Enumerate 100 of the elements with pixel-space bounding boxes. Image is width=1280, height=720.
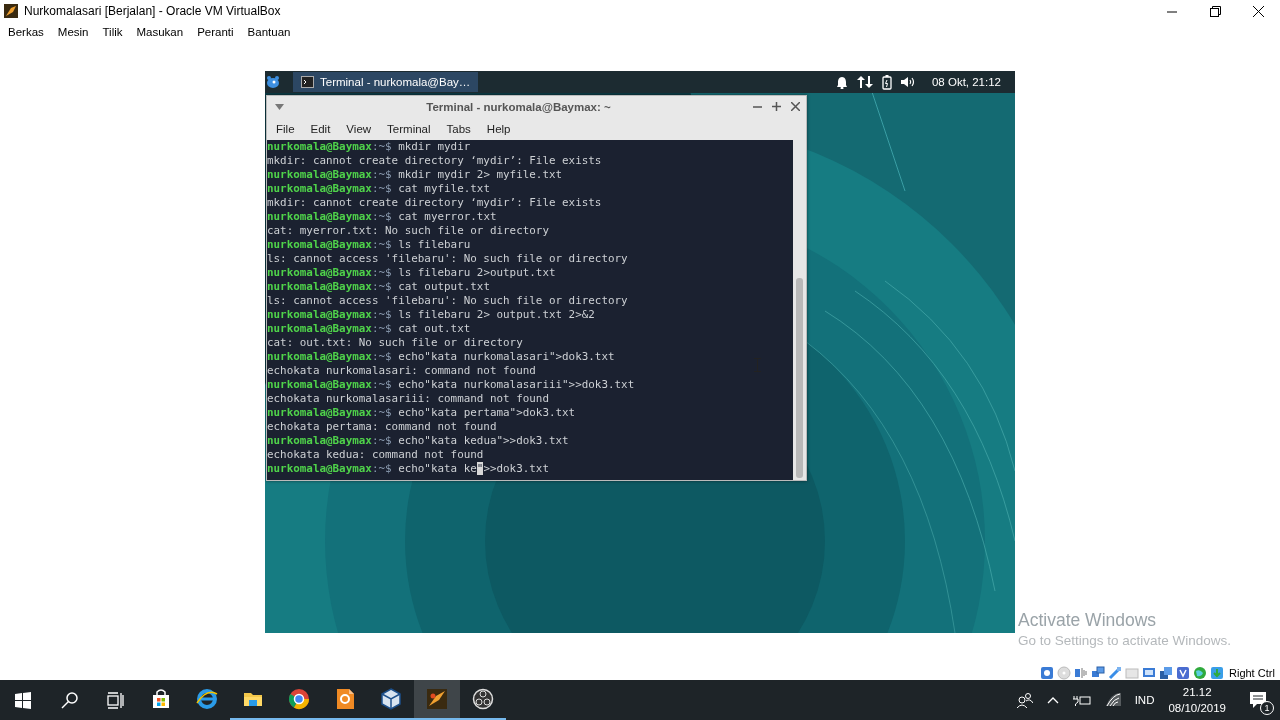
store-bag-icon <box>150 688 172 710</box>
usb-icon[interactable] <box>1108 666 1122 680</box>
menu-item[interactable]: Tabs <box>438 122 479 135</box>
command-text: ls filebaru 2>output.txt <box>398 266 556 279</box>
command-text: cat output.txt <box>398 280 490 293</box>
prompt-symbol: :~$ <box>371 434 392 447</box>
prompt-text: nurkomala@Baymax <box>267 280 372 293</box>
windows-stack-icon[interactable] <box>1159 666 1173 680</box>
activation-message: Go to Settings to activate Windows. <box>1018 633 1232 648</box>
prompt-symbol: :~$ <box>371 210 392 223</box>
output-text: ls: cannot access 'filebaru': No such file or directory <box>267 252 628 265</box>
menu-item[interactable]: Terminal <box>379 122 439 135</box>
prompt-text: nurkomala@Baymax <box>267 238 372 251</box>
notification-badge: 1 <box>1260 701 1274 715</box>
prompt-symbol: :~$ <box>371 266 392 279</box>
people-icon[interactable] <box>1016 692 1033 708</box>
app-icon <box>426 688 448 710</box>
command-text: ls filebaru <box>398 238 471 251</box>
menu-item[interactable]: Tilik <box>95 26 130 38</box>
prompt-text: nurkomala@Baymax <box>267 350 372 363</box>
output-text: echokata nurkomalasari: command not found <box>267 364 536 377</box>
command-text: echo"kata ke <box>398 462 477 475</box>
audio-icon[interactable] <box>1074 666 1088 680</box>
prompt-symbol: :~$ <box>371 308 392 321</box>
task-view-icon[interactable] <box>106 691 124 709</box>
browser-icon <box>288 688 310 710</box>
activation-title: Activate Windows <box>1018 610 1158 631</box>
maximize-icon[interactable] <box>772 102 781 111</box>
output-text: ls: cannot access 'filebaru': No such file or directory <box>267 294 628 307</box>
battery-icon[interactable] <box>881 74 892 90</box>
v-badge-icon[interactable] <box>1176 666 1190 680</box>
prompt-text: nurkomala@Baymax <box>267 210 372 223</box>
chevron-up-icon[interactable] <box>1046 696 1059 704</box>
e-browser-icon <box>196 688 218 710</box>
mouse-logo-icon[interactable] <box>265 75 281 89</box>
window-title: Nurkomalasari [Berjalan] - Oracle VM VirtualBox <box>24 4 282 18</box>
output-text: echokata pertama: command not found <box>267 420 497 433</box>
scrollbar[interactable] <box>793 140 806 480</box>
volume-icon[interactable] <box>900 76 917 88</box>
network-icon[interactable] <box>1091 666 1105 680</box>
power-plug-icon[interactable] <box>1072 694 1091 706</box>
prompt-text: nurkomala@Baymax <box>267 378 372 391</box>
language-text[interactable]: IND <box>1134 694 1155 706</box>
menu-item[interactable]: Peranti <box>190 26 241 38</box>
terminal-cursor: " <box>476 462 484 475</box>
notification-icon[interactable] <box>1248 690 1268 710</box>
dropdown-arrow-icon[interactable] <box>275 103 284 110</box>
prompt-text: nurkomala@Baymax <box>267 462 372 475</box>
prompt-symbol: :~$ <box>371 462 392 475</box>
restore-icon[interactable] <box>1210 5 1221 17</box>
prompt-text: nurkomala@Baymax <box>267 406 372 419</box>
prompt-symbol: :~$ <box>371 350 392 363</box>
prompt-text: nurkomala@Baymax <box>267 322 372 335</box>
close-icon[interactable] <box>791 102 800 111</box>
command-text: cat myfile.txt <box>398 182 490 195</box>
prompt-symbol: :~$ <box>371 168 392 181</box>
output-text: echokata nurkomalasariii: command not found <box>267 392 549 405</box>
menu-item[interactable]: Help <box>478 122 519 135</box>
menu-item[interactable]: View <box>338 122 380 135</box>
prompt-text: nurkomala@Baymax <box>267 308 372 321</box>
prompt-symbol: :~$ <box>371 280 392 293</box>
prompt-text: nurkomala@Baymax <box>267 266 372 279</box>
terminal-icon <box>301 76 314 88</box>
start-icon[interactable] <box>15 691 31 709</box>
command-text: >>dok3.txt <box>483 462 549 475</box>
cube-icon <box>380 688 402 710</box>
menu-item[interactable]: Edit <box>302 122 339 135</box>
command-text: cat myerror.txt <box>398 210 497 223</box>
clock[interactable]: 21.12 08/10/2019 <box>1168 684 1226 716</box>
clock-text: 08 Okt, 21:12 <box>931 76 1001 88</box>
menu-item[interactable]: Berkas <box>1 26 51 38</box>
command-text: cat out.txt <box>398 322 471 335</box>
command-text: ls filebaru 2> output.txt 2>&2 <box>398 308 595 321</box>
menu-item[interactable]: Bantuan <box>240 26 298 38</box>
menu-item[interactable]: Mesin <box>50 26 96 38</box>
taskbar-app[interactable] <box>414 680 460 720</box>
prompt-symbol: :~$ <box>371 406 392 419</box>
taskbar-button[interactable]: Terminal - nurkomala@Bay… <box>293 72 479 92</box>
prompt-text: nurkomala@Baymax <box>267 434 372 447</box>
prompt-symbol: :~$ <box>371 322 392 335</box>
close-icon[interactable] <box>1253 5 1264 17</box>
command-text: echo"kata pertama">dok3.txt <box>398 406 576 419</box>
wifi-icon[interactable] <box>1104 693 1121 707</box>
prompt-text: nurkomala@Baymax <box>267 182 372 195</box>
command-text: mkdir mydir <box>398 140 471 153</box>
display-icon[interactable] <box>1142 666 1156 680</box>
bell-icon[interactable] <box>835 75 848 89</box>
network-arrows-icon[interactable] <box>856 75 873 89</box>
output-text: cat: out.txt: No such file or directory <box>267 336 523 349</box>
command-text: echo"kata nurkomalasariii">>dok3.txt <box>398 378 635 391</box>
search-icon[interactable] <box>60 691 78 709</box>
menu-item[interactable]: File <box>268 122 303 135</box>
command-text: echo"kata nurkomalasari">dok3.txt <box>398 350 615 363</box>
prompt-text: nurkomala@Baymax <box>267 168 372 181</box>
globe-icon[interactable] <box>1193 666 1207 680</box>
output-text: mkdir: cannot create directory ‘mydir’: File exists <box>267 196 602 209</box>
scrollbar-thumb[interactable] <box>796 278 803 478</box>
prompt-symbol: :~$ <box>371 238 392 251</box>
menu-item[interactable]: Masukan <box>129 26 191 38</box>
download-icon[interactable] <box>1210 666 1224 680</box>
